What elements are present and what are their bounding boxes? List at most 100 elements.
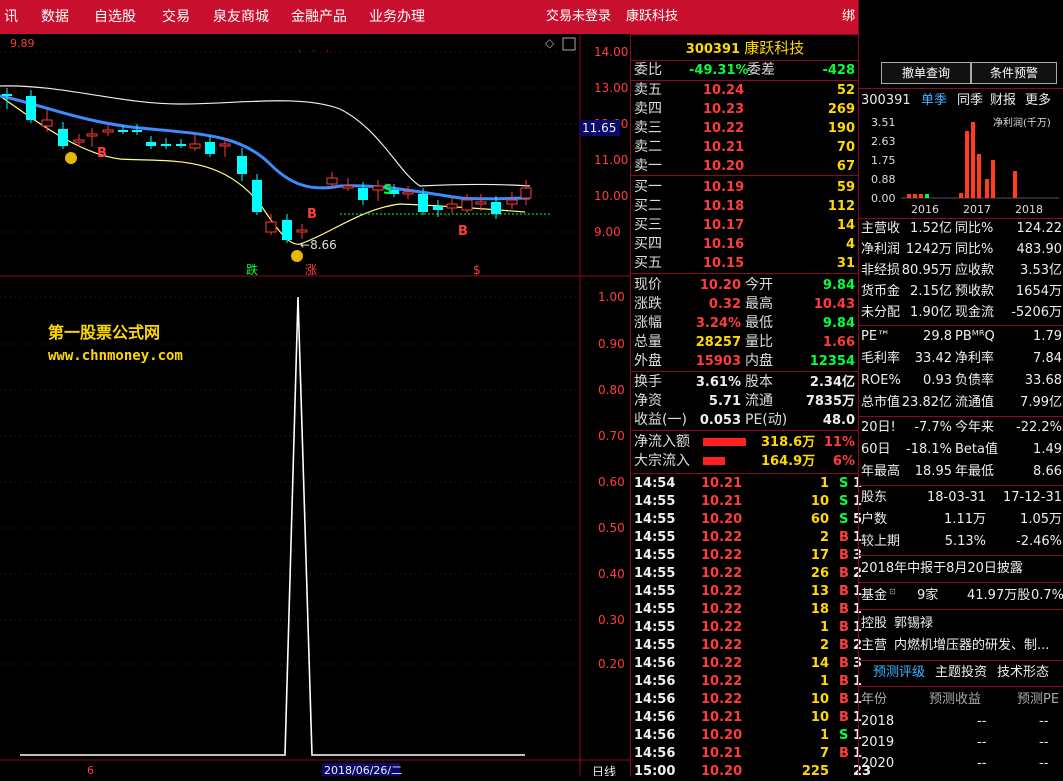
tick-side: B [839,584,849,599]
kline-chart[interactable]: 14.00 13.00 11.00 10.00 9.00 12.00 11.65… [0,34,630,779]
menu-item-trade[interactable]: 交易 [162,0,190,34]
menu-item-finance-products[interactable]: 金融产品 [291,0,347,34]
stat-label: 涨跌 [634,296,662,312]
tick-row[interactable]: 14:56 10.20 1 S 1 [631,727,862,745]
tick-price: 10.20 [701,512,743,527]
holder-row: 较上期 5.13% -2.46% [859,532,1063,552]
tick-row[interactable]: 14:56 10.22 14 B 3 [631,655,862,673]
f10-cell: 同比% [955,221,994,236]
tick-row[interactable]: 14:56 10.21 10 B 1 [631,709,862,727]
level-label: 买四 [634,236,662,252]
stat-value: 5.71 [708,394,741,409]
tab-theme-investment[interactable]: 主题投资 [935,663,987,683]
tick-time: 14:56 [634,674,676,689]
cancel-order-query-button[interactable]: 撤单查询 [881,62,971,84]
level-volume: 112 [827,199,855,214]
signal-b: B [97,146,107,161]
level-label: 买二 [634,198,662,214]
buy-level-row[interactable]: 买五 10.15 31 [631,254,859,273]
tick-row[interactable]: 14:55 10.22 1 B 1 [631,619,862,637]
sell-level-row[interactable]: 卖一 10.20 67 [631,157,859,176]
tick-side: B [839,548,849,563]
buy-level-row[interactable]: 买三 10.17 14 [631,216,859,235]
tick-row[interactable]: 14:55 10.22 2 B 2 [631,637,862,655]
period-label[interactable]: 日线 [592,765,616,779]
stat-label: 现价 [634,277,662,293]
f10-cell: 年最低 [955,464,995,479]
level-price: 10.23 [703,102,745,117]
candle-body [146,142,156,146]
tick-side: B [839,530,849,545]
f10-stock-code: 300391 [861,93,911,108]
diamond-icon[interactable]: ◇ [545,36,555,50]
menu-item-mall[interactable]: 泉友商城 [213,0,269,34]
stat-value: 0.32 [708,297,741,312]
tick-row[interactable]: 14:55 10.20 60 S 5 [631,511,862,529]
f10-cell: -18.1% [906,442,952,457]
tab-report[interactable]: 财报 [990,91,1016,111]
sell-level-row[interactable]: 卖二 10.21 70 [631,138,859,157]
tick-row[interactable]: 14:56 10.21 7 B 1 [631,745,862,763]
tick-row[interactable]: 14:55 10.22 13 B 1 [631,583,862,601]
tick-side: B [839,638,849,653]
f10-cell: 33.42 [914,351,952,366]
level-volume: 70 [836,140,855,155]
candle-body [2,94,12,96]
tick-row[interactable]: 15:00 10.20 225 23 [631,763,871,781]
level-price: 10.18 [703,199,745,214]
tab-same-quarter[interactable]: 同季 [957,91,983,111]
forecast-header: 年份 预测收益 预测PE [861,692,1060,707]
tick-row[interactable]: 14:56 10.22 10 B 1 [631,691,862,709]
level-label: 卖二 [634,139,662,155]
tab-quarter[interactable]: 单季 [921,91,947,111]
tab-more[interactable]: 更多 [1025,91,1051,111]
pe-row: PE™ 29.8 PBᴹᴿQ 1.79 [859,327,1063,347]
level-label: 买五 [634,255,662,271]
menu-item-watchlist[interactable]: 自选股 [94,0,136,34]
f10-cell: 股东 [861,490,888,505]
tick-row[interactable]: 14:55 10.22 26 B 2 [631,565,862,583]
buy-level-row[interactable]: 买四 10.16 4 [631,235,859,254]
tick-row[interactable]: 14:56 10.22 1 B 1 [631,673,862,691]
menu-item-business[interactable]: 业务办理 [369,0,425,34]
stat-label: 流通 [745,393,773,409]
login-status[interactable]: 交易未登录 [546,0,611,34]
tick-side: B [839,746,849,761]
tick-row[interactable]: 14:55 10.22 17 B 3 [631,547,862,565]
stock-code: 300391 [685,42,741,57]
report-date-note: 2018年中报于8月20日披露 [861,561,1023,576]
sell-level-row[interactable]: 卖三 10.22 190 [631,119,859,138]
tick-row[interactable]: 14:55 10.22 2 B 1 [631,529,862,547]
level-price: 10.20 [703,159,745,174]
flow-value: 164.9万 [761,454,816,469]
menu-item-data[interactable]: 数据 [41,0,69,34]
svg-text:·: · [312,47,315,57]
menu-item-news[interactable]: 讯 [4,0,18,34]
sell-level-row[interactable]: 卖五 10.24 52 [631,81,859,100]
tab-forecast-rating[interactable]: 预测评级 [873,663,925,683]
stat-label: 总量 [634,334,662,350]
stat-value: 2.34亿 [809,375,855,390]
f10-cell: 17-12-31 [1002,490,1062,505]
tick-row[interactable]: 14:55 10.22 18 B 1 [631,601,862,619]
sell-level-row[interactable]: 卖四 10.23 269 [631,100,859,119]
top-menu-bar: 讯 数据 自选股 交易 泉友商城 金融产品 业务办理 交易未登录 康跃科技 绑 [0,0,858,35]
tick-side: S [839,728,849,743]
stat-label: 净资 [634,393,662,409]
menu-overflow[interactable]: 绑 [842,0,855,34]
buy-level-row[interactable]: 买一 10.19 59 [631,178,859,197]
f10-cell: 预收款 [955,284,995,299]
tick-row[interactable]: 14:54 10.21 1 S 1 [631,475,862,493]
kline-svg[interactable]: 14.00 13.00 11.00 10.00 9.00 12.00 11.65… [0,34,630,779]
tick-row[interactable]: 14:55 10.21 10 S 1 [631,493,862,511]
candle-body [189,143,201,149]
f10-cell: 1.11万 [944,512,986,527]
condition-alert-button[interactable]: 条件预警 [971,62,1057,84]
buy-level-row[interactable]: 买二 10.18 112 [631,197,859,216]
holder-row: 户数 1.11万 1.05万 [859,510,1063,530]
fund-info-icon[interactable]: ⊡ [889,582,896,602]
tab-technical-pattern[interactable]: 技术形态 [997,663,1049,683]
forecast-eps: -- [977,735,987,750]
f10-cell: 3.53亿 [1020,263,1062,278]
candle-body [26,96,36,120]
